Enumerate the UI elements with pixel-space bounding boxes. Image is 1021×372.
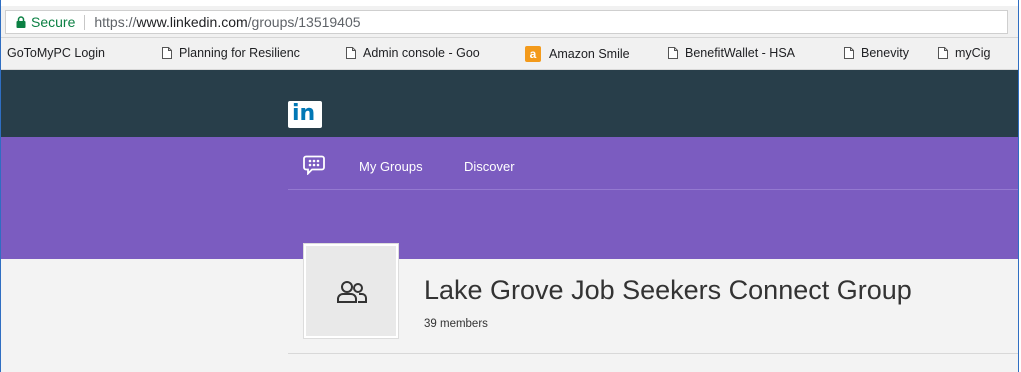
url-protocol: https:// — [94, 14, 137, 30]
bookmark-benefitwallet-hsa[interactable]: BenefitWallet - HSA — [668, 46, 795, 60]
page-icon — [938, 47, 948, 59]
bookmark-label: Admin console - Goo — [363, 46, 480, 60]
bookmark-label: BenefitWallet - HSA — [685, 46, 795, 60]
browser-window: Secure https://www.linkedin.com/groups/1… — [0, 0, 1019, 372]
member-count[interactable]: 39 members — [424, 318, 488, 330]
group-people-icon — [337, 281, 367, 303]
lock-icon — [16, 16, 26, 28]
bookmark-planning-for-resilience[interactable]: Planning for Resilienc — [162, 46, 300, 60]
linkedin-logo-text: in — [292, 101, 316, 126]
linkedin-header — [1, 70, 1018, 137]
bookmark-mycigna[interactable]: myCig — [938, 46, 990, 60]
bookmark-gotomypc[interactable]: GoToMyPC Login — [7, 46, 105, 60]
secure-label: Secure — [31, 14, 76, 30]
page-icon — [844, 47, 854, 59]
bookmarks-bar: GoToMyPC Login Planning for Resilienc Ad… — [1, 38, 1018, 70]
bookmark-label: GoToMyPC Login — [7, 46, 105, 60]
bookmark-label: myCig — [955, 46, 991, 60]
nav-my-groups[interactable]: My Groups — [359, 159, 423, 174]
page-icon — [162, 47, 172, 59]
bookmark-label: Amazon Smile — [549, 47, 630, 61]
bookmark-label: Benevity — [861, 46, 909, 60]
url-field[interactable]: Secure https://www.linkedin.com/groups/1… — [5, 10, 1008, 34]
group-title: Lake Grove Job Seekers Connect Group — [424, 275, 912, 305]
address-bar: Secure https://www.linkedin.com/groups/1… — [1, 6, 1018, 38]
bookmark-label: Planning for Resilienc — [179, 46, 300, 60]
url-host: www.linkedin.com — [136, 14, 248, 30]
nav-discover[interactable]: Discover — [464, 159, 515, 174]
divider — [84, 14, 86, 30]
divider — [288, 353, 1018, 354]
group-logo — [304, 244, 398, 338]
page-icon — [346, 47, 356, 59]
amazon-icon: a — [525, 46, 541, 62]
linkedin-logo[interactable]: in — [288, 101, 322, 128]
bookmark-amazon-smile[interactable]: a Amazon Smile — [525, 46, 630, 62]
url-path: /groups/13519405 — [247, 14, 361, 30]
page-icon — [668, 47, 678, 59]
bookmark-benevity[interactable]: Benevity — [844, 46, 909, 60]
groups-chat-icon[interactable] — [303, 155, 325, 175]
bookmark-admin-console[interactable]: Admin console - Goo — [346, 46, 480, 60]
